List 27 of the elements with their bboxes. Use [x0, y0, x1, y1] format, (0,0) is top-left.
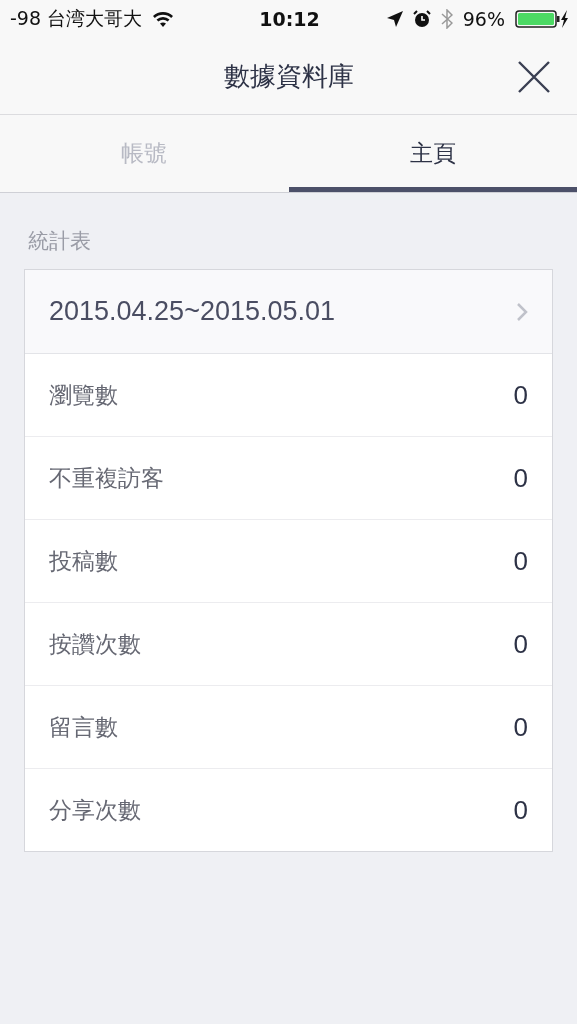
- stat-label: 留言數: [49, 712, 118, 742]
- stat-label: 投稿數: [49, 546, 118, 576]
- stat-value: 0: [513, 545, 528, 577]
- stat-value: 0: [513, 794, 528, 826]
- chevron-right-icon: [516, 301, 528, 322]
- date-range-button[interactable]: 2015.04.25~2015.05.01: [25, 270, 552, 354]
- close-icon: [517, 60, 551, 94]
- clock-text: 10:12: [259, 8, 320, 30]
- close-button[interactable]: [517, 60, 551, 94]
- page-title: 數據資料庫: [223, 59, 354, 93]
- bluetooth-icon: [440, 9, 453, 29]
- stat-value: 0: [513, 462, 528, 494]
- stat-label: 不重複訪客: [49, 463, 164, 493]
- stat-value: 0: [513, 379, 528, 411]
- location-arrow-icon: [386, 11, 403, 27]
- stat-label: 分享次數: [49, 795, 141, 825]
- alarm-clock-icon: [412, 10, 431, 28]
- section-title: 統計表: [28, 228, 92, 255]
- stat-label: 瀏覽數: [49, 380, 118, 410]
- stat-label: 按讚次數: [49, 629, 141, 659]
- stat-value: 0: [513, 711, 528, 743]
- carrier-text: -98 台湾大哥大: [10, 6, 143, 31]
- battery-percent-text: 96%: [462, 8, 505, 30]
- wifi-icon: [152, 11, 175, 27]
- battery-charging-icon: [515, 9, 569, 29]
- tab[interactable]: 主頁: [288, 115, 577, 192]
- stat-value: 0: [513, 628, 528, 660]
